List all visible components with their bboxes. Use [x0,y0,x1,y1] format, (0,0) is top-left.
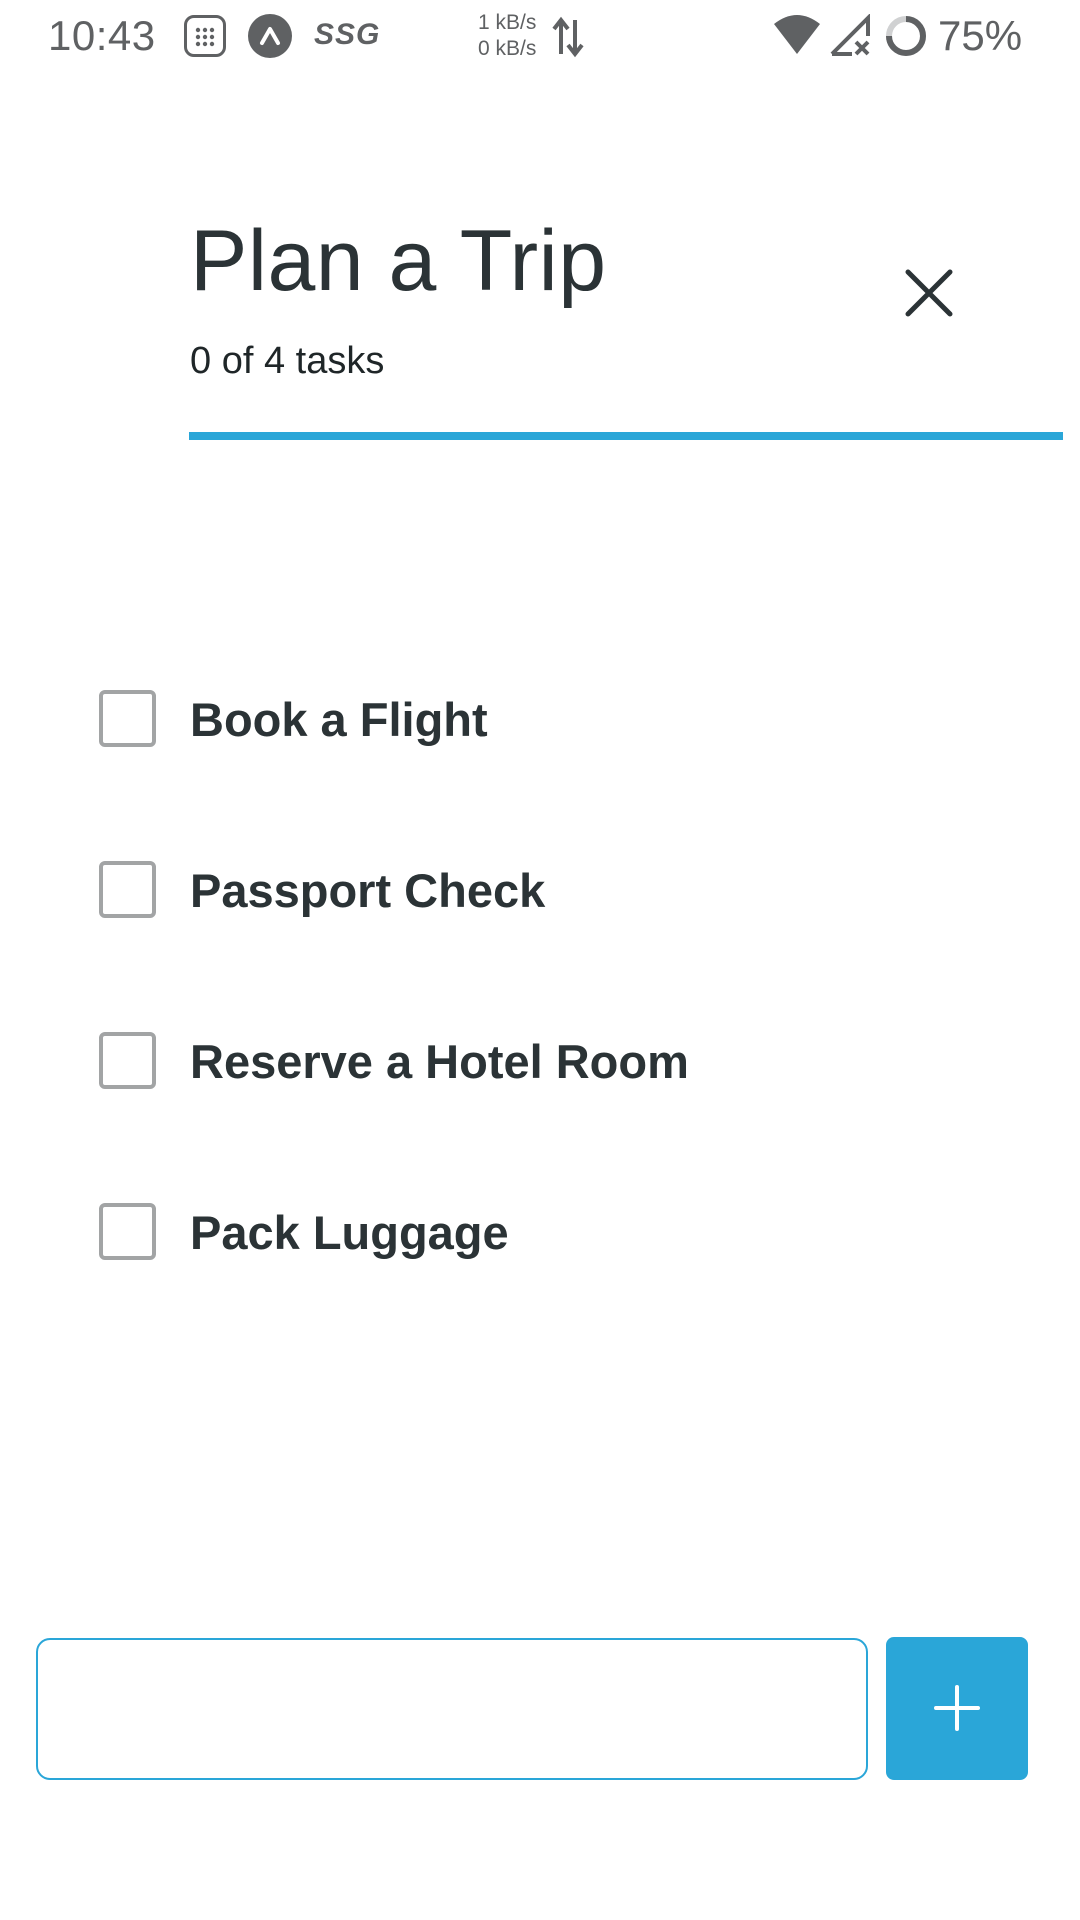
add-task-row [0,1636,1080,1781]
task-item[interactable]: Reserve a Hotel Room [0,1002,1080,1122]
task-count: 0 of 4 tasks [190,340,385,382]
network-speed: 1 kB/s 0 kB/s [478,10,536,62]
close-button[interactable] [894,258,964,328]
alert-circle-icon [248,14,292,58]
task-checkbox[interactable] [99,1203,156,1260]
wifi-icon [772,14,822,61]
task-label: Pack Luggage [190,1206,509,1259]
status-bar: 10:43 SSG 1 kB/s 0 kB/s 75% [0,0,1080,76]
status-time: 10:43 [48,12,156,59]
cellular-signal-icon [828,13,874,61]
progress-bar [189,432,1063,440]
ssg-indicator: SSG [314,18,381,51]
task-label: Reserve a Hotel Room [190,1035,689,1088]
data-transfer-icon [552,14,584,65]
speed-down: 0 kB/s [478,37,537,60]
add-task-button[interactable] [886,1637,1028,1780]
plus-icon [934,1685,980,1731]
task-checkbox[interactable] [99,690,156,747]
task-checkbox[interactable] [99,1032,156,1089]
speed-up: 1 kB/s [478,11,537,34]
task-item[interactable]: Pack Luggage [0,1173,1080,1293]
close-icon [905,269,953,317]
task-checkbox[interactable] [99,861,156,918]
battery-ring-icon [884,14,928,63]
task-label: Book a Flight [190,693,488,746]
task-label: Passport Check [190,864,546,917]
list-title: Plan a Trip [190,213,607,309]
task-item[interactable]: Book a Flight [0,660,1080,780]
calculator-icon [184,15,226,57]
battery-percent: 75% [938,12,1023,59]
new-task-input[interactable] [36,1638,868,1780]
task-item[interactable]: Passport Check [0,831,1080,951]
